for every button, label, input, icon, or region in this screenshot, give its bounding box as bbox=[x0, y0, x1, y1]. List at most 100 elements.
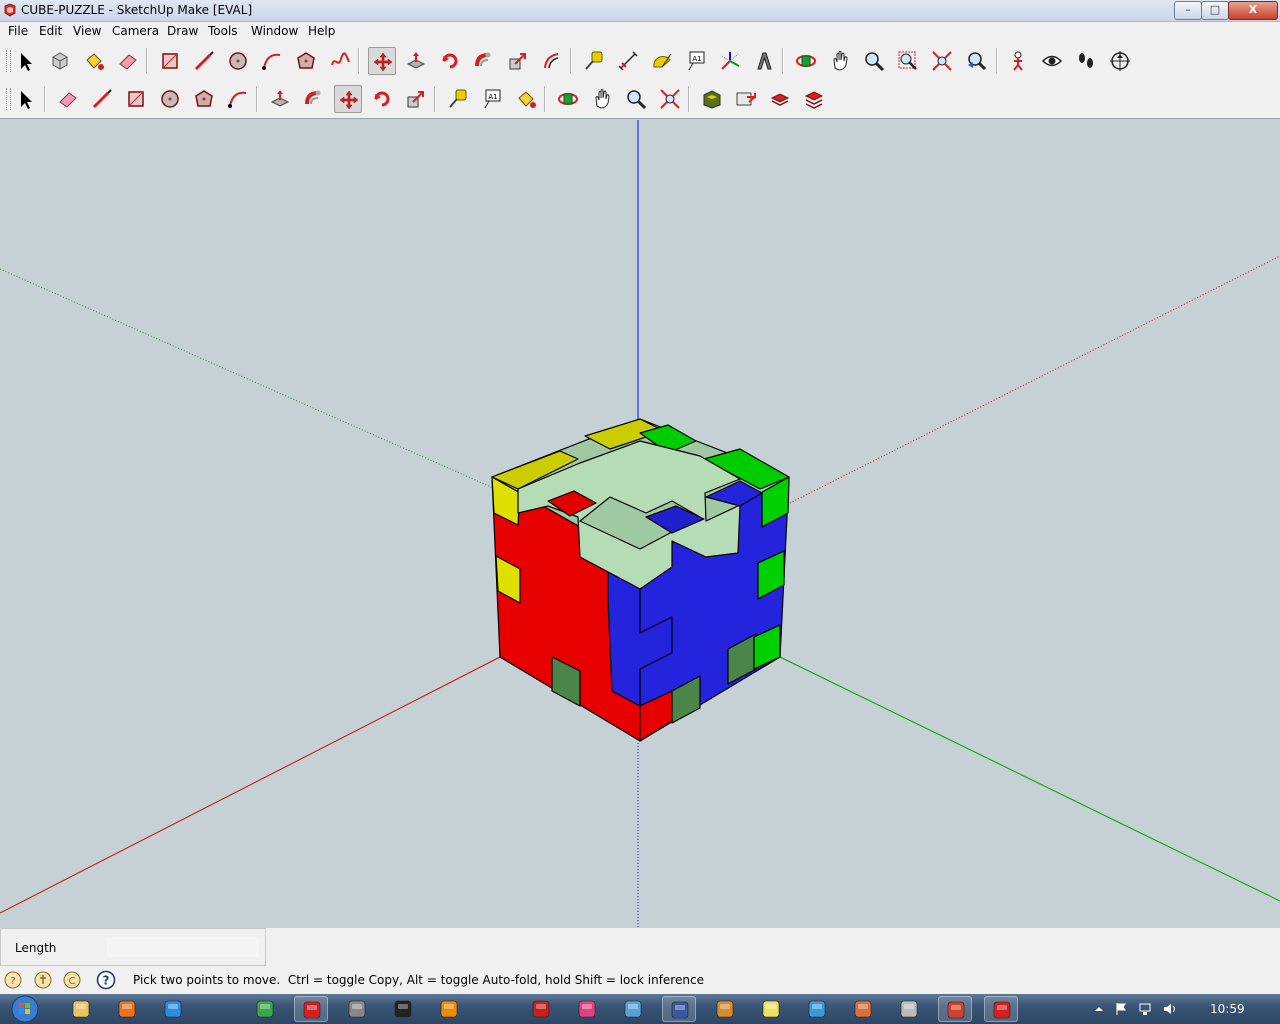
drawing-viewport[interactable] bbox=[0, 118, 1280, 928]
model-canvas[interactable] bbox=[0, 119, 1280, 927]
license-icon[interactable]: C bbox=[62, 970, 82, 990]
rotate-tool-button[interactable] bbox=[368, 85, 396, 113]
zoom-extents-tool-button[interactable] bbox=[656, 85, 684, 113]
section-plane-tool-button[interactable] bbox=[1106, 47, 1134, 75]
network-icon[interactable] bbox=[1139, 1002, 1153, 1016]
circle-tool-button[interactable] bbox=[224, 47, 252, 75]
menu-file[interactable]: File bbox=[6, 24, 30, 38]
extension-warehouse-tool-button[interactable] bbox=[800, 85, 828, 113]
taskbar-item-firefox[interactable] bbox=[110, 996, 144, 1022]
geo-location-icon[interactable]: ? bbox=[3, 970, 23, 990]
move-tool-button[interactable] bbox=[368, 47, 396, 75]
taskbar-item-inkscape[interactable] bbox=[386, 996, 420, 1022]
pencil-tool-button[interactable] bbox=[88, 85, 116, 113]
taskbar-item-film[interactable] bbox=[708, 996, 742, 1022]
look-around-tool-button[interactable] bbox=[1038, 47, 1066, 75]
menu-help[interactable]: Help bbox=[306, 24, 337, 38]
zoom-tool-button[interactable] bbox=[622, 85, 650, 113]
taskbar-item-vlc[interactable] bbox=[432, 996, 466, 1022]
push-pull-tool-button[interactable] bbox=[266, 85, 294, 113]
position-camera-tool-button[interactable] bbox=[1004, 47, 1032, 75]
minimize-button[interactable]: – bbox=[1174, 1, 1202, 20]
taskbar-item-notes[interactable] bbox=[754, 996, 788, 1022]
zoom-extents-tool-button[interactable] bbox=[928, 47, 956, 75]
eraser-tool-button[interactable] bbox=[54, 85, 82, 113]
share-model-tool-button[interactable] bbox=[732, 85, 760, 113]
eraser-tool-button[interactable] bbox=[114, 47, 142, 75]
arc-tool-button[interactable] bbox=[224, 85, 252, 113]
push-pull-tool-button[interactable] bbox=[402, 47, 430, 75]
rectangle-tool-button[interactable] bbox=[122, 85, 150, 113]
scale-tool-button[interactable] bbox=[402, 85, 430, 113]
menu-draw[interactable]: Draw bbox=[165, 24, 200, 38]
close-button[interactable]: X bbox=[1228, 1, 1278, 20]
instructor-help-icon[interactable]: ? bbox=[96, 970, 116, 990]
select-tool-button[interactable] bbox=[12, 47, 40, 75]
clock[interactable]: 10:59 bbox=[1210, 1002, 1245, 1016]
text-tool-button[interactable]: A1 bbox=[478, 85, 506, 113]
maximize-button[interactable]: □ bbox=[1201, 1, 1229, 20]
taskbar-item-internet-explorer[interactable] bbox=[156, 996, 190, 1022]
text-tool-button[interactable]: A1 bbox=[682, 47, 710, 75]
pan-tool-button[interactable] bbox=[826, 47, 854, 75]
orbit-tool-button[interactable] bbox=[554, 85, 582, 113]
action-center-flag-icon[interactable] bbox=[1114, 1002, 1128, 1016]
tape-measure-tool-button[interactable] bbox=[444, 85, 472, 113]
taskbar-item-paint[interactable] bbox=[570, 996, 604, 1022]
get-components-tool-button[interactable] bbox=[766, 85, 794, 113]
freehand-tool-button[interactable] bbox=[326, 47, 354, 75]
previous-view-tool-button[interactable] bbox=[962, 47, 990, 75]
rotate-tool-button[interactable] bbox=[436, 47, 464, 75]
tape-measure-tool-button[interactable] bbox=[580, 47, 608, 75]
menu-tools[interactable]: Tools bbox=[206, 24, 240, 38]
taskbar-item-calculator[interactable] bbox=[892, 996, 926, 1022]
menu-edit[interactable]: Edit bbox=[37, 24, 64, 38]
move-tool-button[interactable] bbox=[334, 85, 362, 113]
paint-bucket-tool-button[interactable] bbox=[80, 47, 108, 75]
taskbar-item-acrobat[interactable] bbox=[524, 996, 558, 1022]
follow-me-tool-button[interactable] bbox=[470, 47, 498, 75]
arc-tool-button[interactable] bbox=[258, 47, 286, 75]
measurements-input[interactable] bbox=[107, 937, 259, 957]
taskbar-item-people[interactable] bbox=[616, 996, 650, 1022]
menu-view[interactable]: View bbox=[71, 24, 103, 38]
follow-me-tool-button[interactable] bbox=[300, 85, 328, 113]
menu-window[interactable]: Window bbox=[249, 24, 300, 38]
toolbar-grip[interactable] bbox=[6, 88, 11, 110]
start-button-icon[interactable] bbox=[7, 994, 43, 1024]
taskbar-item-sketchup[interactable] bbox=[984, 996, 1018, 1022]
pan-tool-button[interactable] bbox=[588, 85, 616, 113]
polygon-tool-button[interactable] bbox=[190, 85, 218, 113]
credits-icon[interactable] bbox=[33, 970, 53, 990]
cube-puzzle-model[interactable] bbox=[491, 418, 790, 742]
offset-tool-button[interactable] bbox=[538, 47, 566, 75]
dimensions-tool-button[interactable] bbox=[614, 47, 642, 75]
toolbar-grip[interactable] bbox=[6, 50, 11, 72]
taskbar-item-explorer[interactable] bbox=[64, 996, 98, 1022]
taskbar-item-floppy[interactable] bbox=[662, 996, 696, 1022]
axes-tool-button[interactable] bbox=[716, 47, 744, 75]
circle-tool-button[interactable] bbox=[156, 85, 184, 113]
taskbar-item-chrome[interactable] bbox=[248, 996, 282, 1022]
taskbar-item-recorder[interactable] bbox=[938, 996, 972, 1022]
scale-tool-button[interactable] bbox=[504, 47, 532, 75]
rectangle-tool-button[interactable] bbox=[156, 47, 184, 75]
polygon-tool-button[interactable] bbox=[292, 47, 320, 75]
show-hidden-icons-icon[interactable] bbox=[1092, 1002, 1106, 1016]
taskbar-item-browser[interactable] bbox=[800, 996, 834, 1022]
volume-icon[interactable] bbox=[1163, 1002, 1177, 1016]
taskbar-item-media[interactable] bbox=[340, 996, 374, 1022]
zoom-tool-button[interactable] bbox=[860, 47, 888, 75]
3d-text-tool-button[interactable] bbox=[750, 47, 778, 75]
select-tool-button[interactable] bbox=[12, 85, 40, 113]
orbit-tool-button[interactable] bbox=[792, 47, 820, 75]
paint-bucket-tool-button[interactable] bbox=[512, 85, 540, 113]
line-tool-button[interactable] bbox=[190, 47, 218, 75]
protractor-tool-button[interactable] bbox=[648, 47, 676, 75]
make-component-tool-button[interactable] bbox=[46, 47, 74, 75]
taskbar-item-sketchup-red[interactable] bbox=[294, 996, 328, 1022]
zoom-window-tool-button[interactable] bbox=[894, 47, 922, 75]
menu-camera[interactable]: Camera bbox=[110, 24, 161, 38]
walk-tool-button[interactable] bbox=[1072, 47, 1100, 75]
taskbar-item-fish[interactable] bbox=[846, 996, 880, 1022]
